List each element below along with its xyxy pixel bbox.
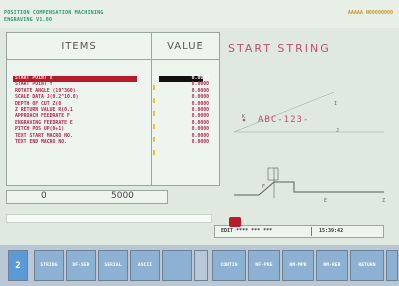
mode-text: EDIT **** *** ***	[221, 228, 273, 234]
items-header: ITEMS	[61, 40, 97, 52]
softkey-return-button[interactable]: RETURN	[350, 250, 384, 281]
cnc-screen: POSITION COMPENSATION MACHINING ENGRAVIN…	[0, 0, 399, 286]
engraving-diagram: I K ABC-123- J F E Z	[233, 91, 385, 204]
softkey-nm-mpr-button[interactable]: NM-MPR	[282, 250, 314, 281]
tool-path	[234, 181, 384, 196]
alarm-indicator	[229, 217, 241, 227]
softkey-nf-pre-button[interactable]: NF-PRE	[248, 250, 280, 281]
softkey-serial-button[interactable]: SERIAL	[98, 250, 128, 281]
header-right-code: AAAAA N00000000	[347, 10, 393, 16]
input-line[interactable]	[6, 214, 212, 223]
angle-guide-upper	[233, 91, 335, 133]
unit-marker	[153, 85, 155, 90]
softkey-contin-button[interactable]: CONTIN	[212, 250, 246, 281]
counter-right: 5000	[111, 191, 134, 201]
parameter-rows: START POINT X 0.0000 START POINT Y 0.0000 …	[7, 76, 219, 146]
status-bar: EDIT **** *** *** 15:39:42	[214, 217, 384, 238]
softkey-nm-rer-button[interactable]: NM-RER	[316, 250, 348, 281]
softkey-ascii-button[interactable]: ASCII	[130, 250, 160, 281]
tool-holder	[267, 167, 279, 181]
diagram-title: START STRING	[228, 42, 331, 55]
unit-marker	[153, 124, 155, 129]
header: POSITION COMPENSATION MACHINING ENGRAVIN…	[0, 0, 399, 28]
value-header: VALUE	[167, 40, 204, 52]
label-z: Z	[382, 198, 385, 204]
header-subtitle: ENGRAVING V1.00	[4, 17, 53, 23]
parameter-table: ITEMS VALUE START POINT X 0.0000 START PO…	[6, 32, 220, 186]
softkey-blank-button[interactable]	[162, 250, 192, 281]
unit-marker	[153, 150, 155, 155]
softkey-separator	[194, 250, 208, 281]
softkey-bar: 2 STRING DF-SER SERIAL ASCII CONTIN NF-P…	[0, 245, 399, 286]
counter-left: 0	[41, 191, 47, 201]
status-divider	[311, 227, 312, 236]
label-i: I	[334, 101, 337, 107]
softkey-string-button[interactable]: STRING	[34, 250, 64, 281]
table-row[interactable]: TEXT END MACRO NO. 0.0000	[7, 140, 219, 146]
row-label: TEXT END MACRO NO.	[15, 139, 67, 145]
unit-marker	[153, 111, 155, 116]
row-value[interactable]: 0.0000	[192, 140, 209, 146]
start-point-marker	[242, 118, 246, 122]
clock: 15:39:42	[319, 228, 344, 234]
unit-marker	[153, 98, 155, 103]
label-j: J	[336, 128, 339, 134]
engraving-string: ABC-123-	[258, 115, 309, 125]
softkey-page-button[interactable]: 2	[8, 250, 28, 281]
label-e: E	[324, 198, 327, 204]
header-title: POSITION COMPENSATION MACHINING	[4, 10, 104, 16]
row-value[interactable]: 0.0000	[192, 76, 209, 82]
label-f: F	[262, 184, 265, 190]
header-divider	[7, 59, 219, 60]
softkey-df-ser-button[interactable]: DF-SER	[66, 250, 96, 281]
unit-marker	[153, 137, 155, 142]
softkey-next-button[interactable]	[386, 250, 398, 281]
counter-bar: 0 5000	[6, 190, 168, 204]
